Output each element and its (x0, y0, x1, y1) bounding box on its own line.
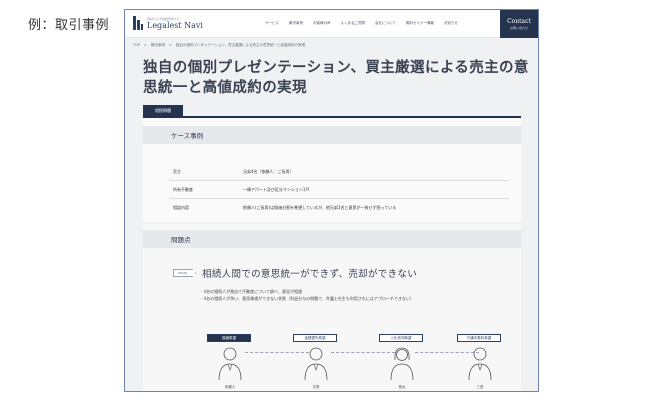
person-name: 依頼人 (224, 385, 236, 389)
case-row: 所有不動産 一棟アパート及び区分マンション1戸 (173, 184, 503, 196)
case-heading: ケース事例 (171, 132, 204, 140)
person-label: 金銭優先希望 (293, 334, 337, 342)
case-row-key: 売主 (173, 169, 181, 174)
issue-title: 相続人間での意思統一ができず、売却ができない (202, 269, 417, 280)
bullet-item: 4名の相続人が独自で不動産について調べ、意見が相違 (201, 288, 481, 295)
man-icon (468, 347, 492, 381)
category-tab[interactable]: 相続問題 (143, 105, 183, 116)
problem-header: 問題点 (143, 230, 521, 248)
case-header: ケース事例 (143, 126, 521, 144)
issue-badge: Issue (173, 269, 197, 277)
bullet-item: 4名の相続人が争い、意思疎通ができない状態（利益分与の問題で、弁護士先生も利用さ… (201, 295, 481, 302)
main-nav: サービス 解決事例 お客様の声 よくあるご質問 会社について 無料セミナー情報 … (265, 21, 458, 26)
row-divider (169, 180, 509, 181)
case-row-key: 相談内容 (173, 205, 189, 210)
case-row-value: 一棟アパート及び区分マンション1戸 (243, 187, 310, 192)
contact-button[interactable]: Contact お問い合わせ (500, 10, 538, 38)
issue-row: Issue 相続人間での意思統一ができず、売却ができない (173, 266, 417, 280)
issue-bullets: 4名の相続人が独自で不動産について調べ、意見が相違 4名の相続人が争い、意思疎通… (201, 288, 481, 302)
problem-section: 問題点 Issue 相続人間での意思統一ができず、売却ができない 4名の相続人が… (143, 224, 521, 391)
person-name: 三男 (476, 385, 484, 389)
nav-item-service[interactable]: サービス (265, 21, 279, 26)
case-row-value: 依頼人(ご長男)は換価分割を希望しているが、他兄弟3名と意思が一致せず困っている (243, 205, 397, 210)
caption: 例：取引事例 (28, 18, 110, 33)
case-section: ケース事例 売主 兄弟4名（依頼人：ご長男） 所有不動産 一棟アパート及び区分マ… (143, 118, 521, 222)
man-icon (218, 347, 242, 381)
woman-icon (390, 347, 414, 381)
person-name: 次男 (312, 385, 320, 389)
case-row: 売主 兄弟4名（依頼人：ご長男） (173, 166, 503, 178)
person-label: 換価希望 (207, 334, 251, 342)
case-row-key: 所有不動産 (173, 187, 193, 192)
site-header: 選ばれる不動産売却ナビ Legalest Navi サービス 解決事例 お客様の… (125, 10, 538, 38)
breadcrumb: TOP > 解決事例 > 独自の個別プレゼンテーション、買主厳選による売主の意思… (133, 43, 305, 48)
case-row-value: 兄弟4名（依頼人：ご長男） (243, 169, 294, 174)
person-name: 長女 (398, 385, 406, 389)
case-row: 相談内容 依頼人(ご長男)は換価分割を希望しているが、他兄弟3名と意思が一致せず… (173, 202, 503, 214)
contact-label: Contact (507, 17, 531, 25)
breadcrumb-cases[interactable]: 解決事例 (151, 43, 165, 48)
page-title: 独自の個別プレゼンテーション、買主厳選による売主の意思統一と高値成約の実現 (143, 60, 529, 96)
nav-item-news[interactable]: お知らせ (444, 21, 458, 26)
breadcrumb-separator: > (168, 43, 172, 47)
breadcrumb-current: 独自の個別プレゼンテーション、買主厳選による売主の意思統一と高値成約の実現 (175, 43, 306, 47)
logo-name: Legalest Navi (147, 21, 203, 30)
person-label: 万通手数料希望 (457, 334, 501, 342)
breadcrumb-separator: > (144, 43, 147, 47)
man-icon (304, 347, 328, 381)
row-divider (169, 198, 509, 199)
contact-sub: お問い合わせ (509, 25, 528, 30)
breadcrumb-top[interactable]: TOP (133, 43, 140, 48)
nav-item-cases[interactable]: 解決事例 (289, 21, 303, 26)
nav-item-voices[interactable]: お客様の声 (313, 21, 331, 26)
nav-item-faq[interactable]: よくあるご質問 (341, 21, 366, 26)
website-screenshot: 選ばれる不動産売却ナビ Legalest Navi サービス 解決事例 お客様の… (124, 9, 539, 392)
person-label: 入札売却希望 (379, 334, 423, 342)
nav-item-seminar[interactable]: 無料セミナー情報 (406, 21, 434, 26)
logo[interactable]: 選ばれる不動産売却ナビ Legalest Navi (133, 16, 203, 30)
connector-line (331, 352, 395, 353)
logo-mark-icon (133, 16, 143, 30)
nav-item-company[interactable]: 会社について (375, 21, 396, 26)
problem-heading: 問題点 (171, 236, 191, 244)
connector-line (245, 352, 309, 353)
